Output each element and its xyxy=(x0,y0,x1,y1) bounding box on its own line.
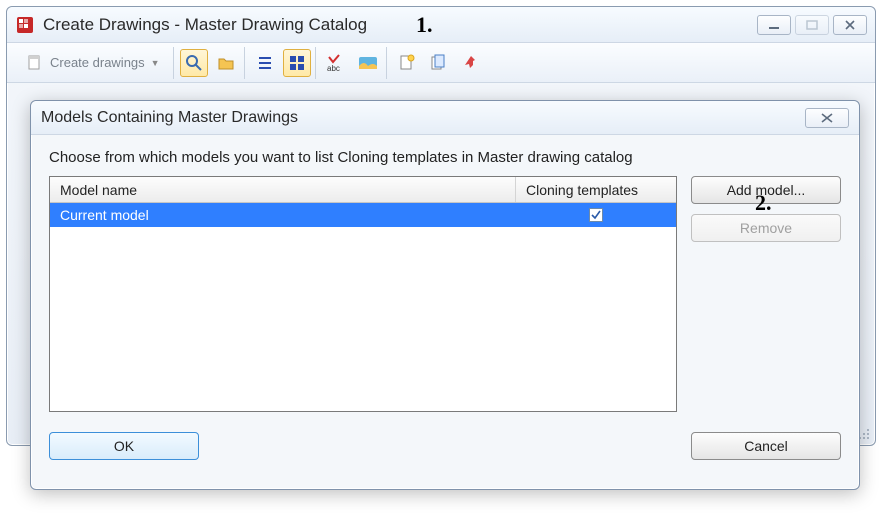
minimize-button[interactable] xyxy=(757,15,791,35)
close-button[interactable] xyxy=(833,15,867,35)
titlebar: Create Drawings - Master Drawing Catalog xyxy=(7,7,875,43)
window-title: Create Drawings - Master Drawing Catalog xyxy=(43,15,367,35)
maximize-button[interactable] xyxy=(795,15,829,35)
copy-document-icon xyxy=(430,54,448,72)
search-button[interactable] xyxy=(180,49,208,77)
image-view-button[interactable] xyxy=(354,49,382,77)
svg-text:abc: abc xyxy=(327,64,340,72)
callout-2: 2. xyxy=(755,190,772,216)
app-icon xyxy=(15,15,35,35)
remove-button: Remove xyxy=(691,214,841,242)
spellcheck-button[interactable]: abc xyxy=(322,49,350,77)
cancel-button[interactable]: Cancel xyxy=(691,432,841,460)
column-cloning-templates[interactable]: Cloning templates xyxy=(516,177,676,202)
ok-button[interactable]: OK xyxy=(49,432,199,460)
folder-open-icon xyxy=(217,54,235,72)
dialog-close-button[interactable] xyxy=(805,108,849,128)
window-controls xyxy=(753,15,867,35)
model-table: Model name Cloning templates Current mod… xyxy=(49,176,677,412)
search-icon xyxy=(185,54,203,72)
thumbnail-view-icon xyxy=(288,54,306,72)
new-document-button[interactable] xyxy=(393,49,421,77)
chevron-down-icon: ▼ xyxy=(151,58,160,68)
document-icon xyxy=(26,54,44,72)
dialog-titlebar: Models Containing Master Drawings xyxy=(31,101,859,135)
callout-1: 1. xyxy=(416,12,433,38)
column-model-name[interactable]: Model name xyxy=(50,177,516,202)
panorama-icon xyxy=(358,54,378,72)
spellcheck-icon: abc xyxy=(326,54,346,72)
list-view-button[interactable] xyxy=(251,49,279,77)
dialog-instruction: Choose from which models you want to lis… xyxy=(49,149,841,166)
checkmark-icon xyxy=(591,210,601,220)
models-dialog: Models Containing Master Drawings Choose… xyxy=(30,100,860,490)
cell-model-name: Current model xyxy=(50,207,516,223)
create-drawings-label: Create drawings xyxy=(50,55,145,70)
create-drawings-dropdown[interactable]: Create drawings ▼ xyxy=(17,49,169,77)
table-row[interactable]: Current model xyxy=(50,203,676,227)
pin-button[interactable] xyxy=(457,49,485,77)
close-icon xyxy=(820,112,834,124)
open-folder-button[interactable] xyxy=(212,49,240,77)
new-document-icon xyxy=(398,54,416,72)
thumbnail-view-button[interactable] xyxy=(283,49,311,77)
toolbar: Create drawings ▼ xyxy=(7,43,875,83)
dialog-title: Models Containing Master Drawings xyxy=(41,109,805,127)
list-view-icon xyxy=(256,54,274,72)
copy-document-button[interactable] xyxy=(425,49,453,77)
pin-icon xyxy=(462,54,480,72)
cloning-checkbox[interactable] xyxy=(589,208,603,222)
